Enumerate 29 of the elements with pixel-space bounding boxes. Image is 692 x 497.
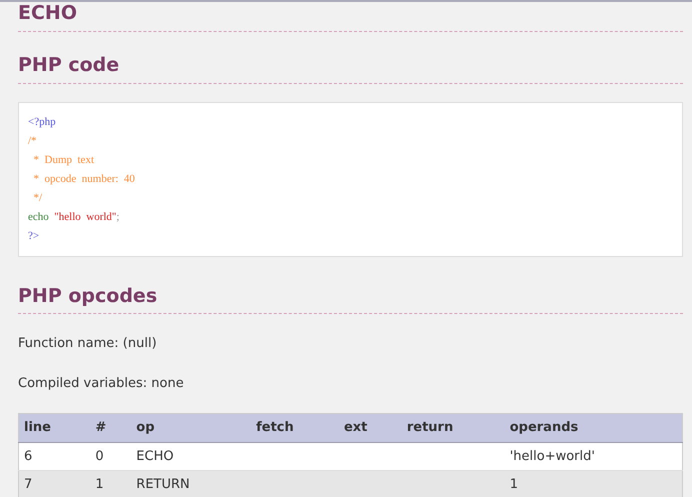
- column-header: fetch: [251, 414, 339, 442]
- section-heading: PHP opcodes: [18, 284, 683, 314]
- table-cell: 0: [95, 448, 104, 464]
- section-heading: PHP code: [18, 54, 683, 84]
- table-cell: 7: [24, 477, 32, 492]
- page-title: ECHO: [18, 2, 683, 32]
- code-token: * Dump text: [32, 154, 94, 166]
- table-cell: 1: [510, 477, 518, 492]
- code-token: * opcode number: 40: [32, 172, 135, 185]
- column-header: ext: [338, 414, 402, 442]
- column-header: #: [90, 414, 132, 442]
- code-token: "hello world": [54, 210, 116, 223]
- code-token: ;: [116, 210, 120, 223]
- table-cell: RETURN: [136, 477, 190, 492]
- column-header: op: [131, 414, 252, 442]
- column-header: operands: [504, 414, 682, 442]
- code-token: <?php: [28, 116, 56, 128]
- table-cell: 'hello+world': [510, 448, 595, 464]
- compiled-variables-text: Compiled variables: none: [18, 374, 185, 393]
- code-token: echo: [28, 210, 50, 223]
- column-header: line: [18, 414, 90, 442]
- code-token: /*: [28, 134, 37, 147]
- column-header: return: [402, 414, 505, 442]
- function-name-text: Function name: (null): [18, 335, 158, 354]
- code-token: */: [32, 192, 42, 204]
- table-cell: 1: [95, 477, 104, 492]
- table-cell: ECHO: [136, 448, 174, 464]
- code-token: ?>: [28, 230, 40, 242]
- table-cell: 6: [24, 448, 32, 464]
